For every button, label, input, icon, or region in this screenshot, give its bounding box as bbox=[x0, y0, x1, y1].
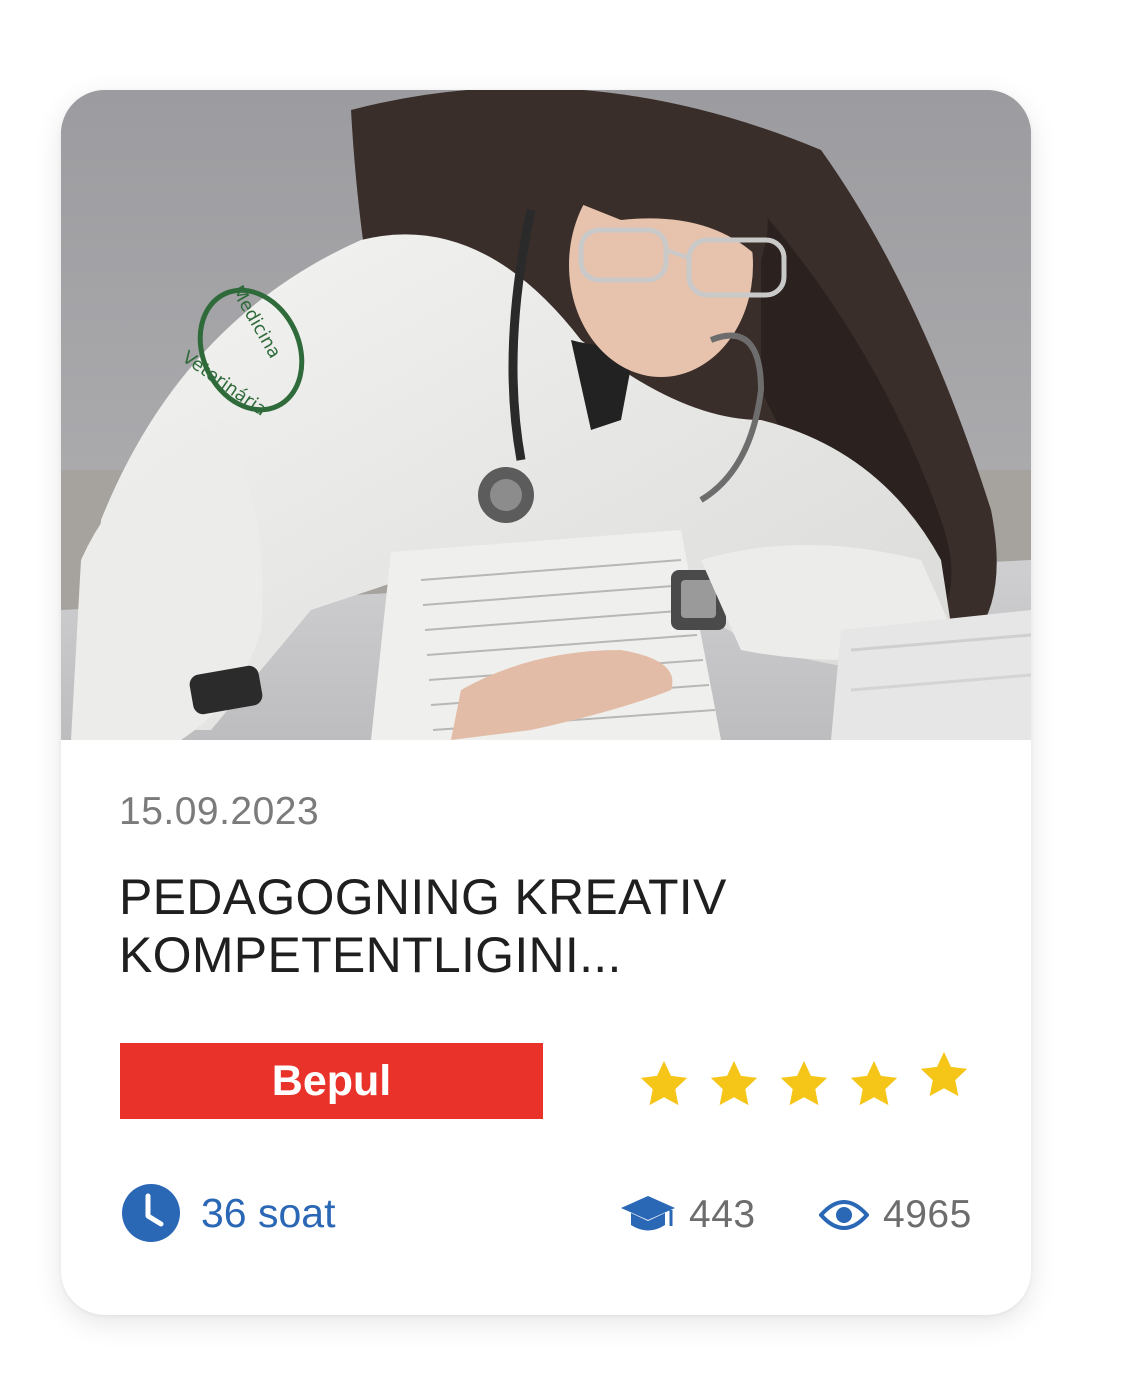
graduation-cap-icon bbox=[621, 1196, 675, 1231]
star-icon bbox=[780, 1061, 828, 1106]
course-card[interactable]: Medicina Veterinária 15.09.2023 PEDAGOGN… bbox=[61, 90, 1031, 1315]
course-title-line-2: KOMPETENTLIGINI... bbox=[119, 927, 622, 983]
views-count: 4965 bbox=[883, 1193, 972, 1236]
star-icon bbox=[710, 1061, 758, 1106]
price-label: Bepul bbox=[271, 1056, 392, 1105]
students-count: 443 bbox=[689, 1193, 756, 1236]
star-icon bbox=[850, 1061, 898, 1106]
course-title-line-1: PEDAGOGNING KREATIV bbox=[119, 869, 727, 925]
rating-stars bbox=[636, 1045, 976, 1115]
clock-icon bbox=[122, 1184, 180, 1242]
course-title[interactable]: PEDAGOGNING KREATIV KOMPETENTLIGINI... bbox=[119, 868, 939, 984]
duration-label: 36 soat bbox=[201, 1189, 336, 1236]
course-duration: 36 soat bbox=[121, 1183, 336, 1243]
views-stat: 4965 bbox=[819, 1188, 972, 1242]
star-icon bbox=[640, 1061, 688, 1106]
star-icon bbox=[920, 1052, 968, 1097]
course-date: 15.09.2023 bbox=[119, 790, 320, 833]
course-image[interactable]: Medicina Veterinária bbox=[61, 90, 1031, 740]
price-badge: Bepul bbox=[120, 1043, 543, 1119]
eye-icon bbox=[819, 1200, 869, 1230]
students-stat: 443 bbox=[619, 1188, 756, 1242]
